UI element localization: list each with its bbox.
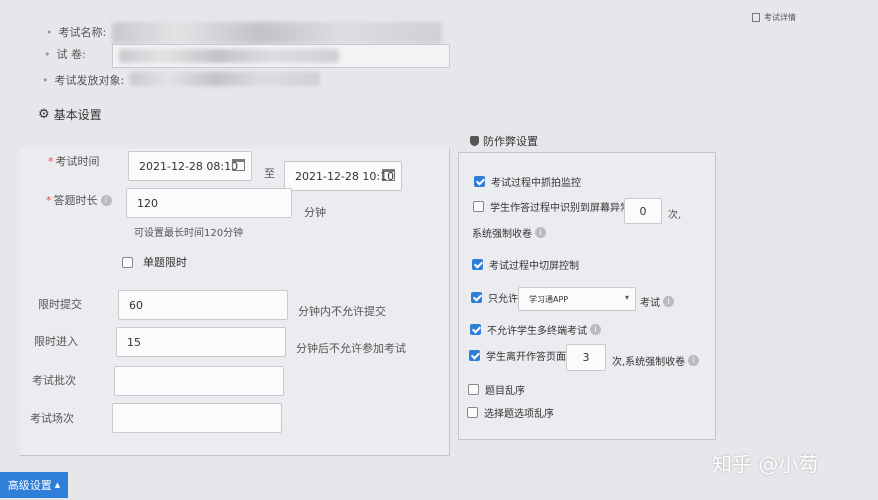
checkbox[interactable] xyxy=(473,201,484,212)
caret-up-icon: ▲ xyxy=(54,481,61,489)
watermark: 知乎 @小芶 xyxy=(712,452,819,476)
only-allow-option[interactable]: 只允许 xyxy=(471,290,518,305)
exam-name-label: • 考试名称: xyxy=(46,26,107,39)
entry-limit-suffix: 分钟后不允许参加考试 xyxy=(296,342,406,355)
paper-field[interactable] xyxy=(112,44,450,68)
leave-suffix: 次,系统强制收卷 i xyxy=(612,353,700,368)
document-icon xyxy=(752,13,760,22)
submit-limit-input[interactable]: 60 xyxy=(118,290,288,320)
leave-count-input[interactable]: 3 xyxy=(566,344,606,371)
info-icon[interactable]: i xyxy=(688,355,700,366)
submit-limit-label: 限时提交 xyxy=(38,298,82,311)
checkbox[interactable] xyxy=(469,350,480,361)
info-icon[interactable]: i xyxy=(590,324,601,335)
duration-label: 答题时长i xyxy=(46,192,112,208)
entry-limit-label: 限时进入 xyxy=(34,335,78,348)
monitor-option[interactable]: 考试过程中抓拍监控 xyxy=(474,174,581,189)
checkbox[interactable] xyxy=(468,384,479,395)
duration-unit: 分钟 xyxy=(304,206,326,219)
only-allow-suffix: 考试 i xyxy=(640,294,674,309)
gear-icon: ⚙ xyxy=(38,107,50,122)
basic-settings-title: ⚙ 基本设置 xyxy=(38,107,102,122)
single-limit-checkbox[interactable]: 单题限时 xyxy=(122,254,187,270)
leave-page-option[interactable]: 学生离开作答页面 xyxy=(469,348,566,363)
exam-name-field[interactable] xyxy=(112,22,442,44)
info-icon[interactable]: i xyxy=(535,227,546,238)
end-time-input[interactable]: 2021-12-28 10:10 xyxy=(284,161,402,191)
checkbox[interactable] xyxy=(470,324,481,335)
target-label: • 考试发放对象: xyxy=(42,74,125,87)
switch-control-option[interactable]: 考试过程中切屏控制 xyxy=(472,257,579,272)
duration-input[interactable]: 120 xyxy=(126,188,292,218)
entry-limit-input[interactable]: 15 xyxy=(116,327,286,357)
abnormal-option[interactable]: 学生作答过程中识别到屏幕异常 xyxy=(473,199,630,214)
exam-time-label: 考试时间 xyxy=(48,153,100,169)
checkbox[interactable] xyxy=(474,176,485,187)
checkbox[interactable] xyxy=(467,407,478,418)
target-value xyxy=(130,72,320,86)
advanced-settings-button[interactable]: 高级设置 ▲ xyxy=(0,472,68,498)
shield-icon xyxy=(470,136,479,146)
checkbox[interactable] xyxy=(472,259,483,270)
paper-label: • 试 卷: xyxy=(44,48,86,61)
abnormal-line2: 系统强制收卷 i xyxy=(472,225,546,240)
abnormal-suffix: 次, xyxy=(668,210,682,221)
batch-label: 考试批次 xyxy=(32,374,76,387)
exam-detail-label: 考试详情 xyxy=(764,13,796,22)
calendar-icon xyxy=(232,159,245,171)
shuffle-options-option[interactable]: 选择题选项乱序 xyxy=(467,405,554,420)
shuffle-questions-option[interactable]: 题目乱序 xyxy=(468,382,525,397)
duration-hint: 可设置最长时间120分钟 xyxy=(134,228,244,239)
multi-device-option[interactable]: 不允许学生多终端考试 i xyxy=(470,322,601,337)
session-label: 考试场次 xyxy=(30,412,74,425)
to-label: 至 xyxy=(264,167,275,180)
start-time-input[interactable]: 2021-12-28 08:10 xyxy=(128,151,252,181)
calendar-icon xyxy=(382,169,395,181)
caret-down-icon: ▾ xyxy=(624,293,629,302)
abnormal-count-input[interactable]: 0 xyxy=(624,198,662,224)
submit-limit-suffix: 分钟内不允许提交 xyxy=(298,305,386,318)
info-icon[interactable]: i xyxy=(663,296,674,307)
session-input[interactable] xyxy=(112,403,282,433)
checkbox[interactable] xyxy=(122,256,133,268)
checkbox[interactable] xyxy=(471,292,482,303)
anti-cheat-title: 防作弊设置 xyxy=(470,133,538,149)
only-allow-select[interactable]: 学习通APP ▾ xyxy=(518,287,636,311)
batch-input[interactable] xyxy=(114,366,284,396)
exam-detail-link[interactable]: 考试详情 xyxy=(752,12,796,23)
info-icon[interactable]: i xyxy=(100,194,112,206)
